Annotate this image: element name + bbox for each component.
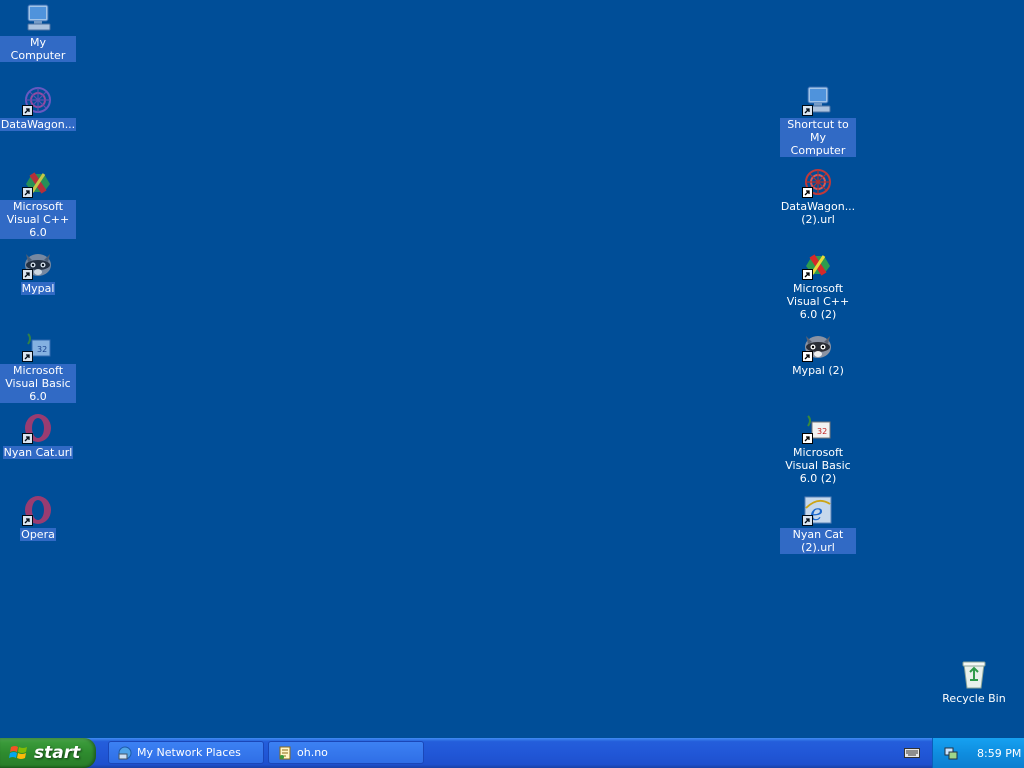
desktop-icon-datawagon[interactable]: DataWagon... <box>0 84 77 131</box>
desktop-icon-mypal[interactable]: Mypal <box>0 248 76 295</box>
shortcut-arrow-icon <box>22 269 33 280</box>
desktop-icon-visual-cpp[interactable]: Microsoft Visual C++ 6.0 <box>0 166 76 239</box>
desktop-icon-label: Nyan Cat.url <box>2 446 74 459</box>
windows-flag-icon <box>9 746 27 759</box>
desktop-icon-visual-basic-2[interactable]: 32 Microsoft Visual Basic 6.0 (2) <box>780 412 856 485</box>
desktop-icon-label: Mypal (2) <box>792 364 844 377</box>
desktop-icon-nyan-cat[interactable]: Nyan Cat.url <box>0 412 76 459</box>
shortcut-arrow-icon <box>802 269 813 280</box>
desktop-icon-label: Microsoft Visual Basic 6.0 <box>0 364 76 403</box>
desktop-icon-visual-cpp-2[interactable]: Microsoft Visual C++ 6.0 (2) <box>780 248 856 321</box>
shortcut-arrow-icon <box>802 433 813 444</box>
shortcut-arrow-icon <box>22 515 33 526</box>
opera-icon <box>22 494 54 526</box>
datawagon-icon <box>22 84 54 116</box>
desktop-icon-my-computer[interactable]: My Computer <box>0 2 76 62</box>
datawagon-icon <box>802 166 834 198</box>
svg-text:32: 32 <box>817 427 827 436</box>
desktop-icon-mypal-2[interactable]: Mypal (2) <box>780 330 856 377</box>
shortcut-arrow-icon <box>22 105 33 116</box>
desktop-icon-label: Recycle Bin <box>942 692 1006 705</box>
shortcut-arrow-icon <box>802 187 813 198</box>
desktop-icon-label: Opera <box>20 528 56 541</box>
desktop-icon-visual-basic[interactable]: 32 Microsoft Visual Basic 6.0 <box>0 330 76 403</box>
shortcut-arrow-icon <box>802 515 813 526</box>
desktop-icon-datawagon-2[interactable]: DataWagon... (2).url <box>780 166 856 226</box>
computer-icon <box>802 84 834 116</box>
desktop-icon-label: Nyan Cat (2).url <box>780 528 856 554</box>
shortcut-arrow-icon <box>22 433 33 444</box>
system-tray: 8:59 PM <box>932 738 1024 768</box>
computer-icon <box>22 2 54 34</box>
visual-basic-icon: 32 <box>22 330 54 362</box>
taskbar: start My Network Places oh.no 8:59 PM <box>0 738 1024 768</box>
start-button[interactable]: start <box>0 738 96 768</box>
visual-basic-icon: 32 <box>802 412 834 444</box>
desktop-icon-opera[interactable]: Opera <box>0 494 76 541</box>
desktop-icon-label: Mypal <box>20 282 56 295</box>
desktop-icon-recycle-bin[interactable]: Recycle Bin <box>936 658 1012 705</box>
desktop-icon-label: Microsoft Visual Basic 6.0 (2) <box>785 446 851 485</box>
desktop: My Computer DataWagon... Microsoft Visua… <box>0 0 1024 738</box>
clock[interactable]: 8:59 PM <box>977 747 1021 760</box>
shortcut-arrow-icon <box>22 187 33 198</box>
task-button-label: My Network Places <box>137 746 241 759</box>
desktop-icon-label: Shortcut to My Computer <box>780 118 856 157</box>
shortcut-arrow-icon <box>22 351 33 362</box>
task-button-oh-no[interactable]: oh.no <box>268 741 424 764</box>
desktop-icon-shortcut-my-computer[interactable]: Shortcut to My Computer <box>780 84 856 157</box>
visual-cpp-icon <box>802 248 834 280</box>
start-label: start <box>34 743 81 763</box>
shortcut-arrow-icon <box>802 351 813 362</box>
keyboard-icon[interactable] <box>904 747 920 759</box>
visual-cpp-icon <box>22 166 54 198</box>
mypal-raccoon-icon <box>802 330 834 362</box>
network-places-icon <box>118 746 132 759</box>
internet-explorer-icon: e <box>802 494 834 526</box>
desktop-icon-label: Microsoft Visual C++ 6.0 <box>0 200 76 239</box>
opera-icon <box>22 412 54 444</box>
desktop-icon-label: DataWagon... <box>0 118 77 131</box>
script-icon <box>279 746 291 759</box>
task-button-label: oh.no <box>297 746 328 759</box>
desktop-icon-label: My Computer <box>0 36 76 62</box>
svg-text:32: 32 <box>37 345 47 354</box>
mypal-raccoon-icon <box>22 248 54 280</box>
recycle-bin-icon <box>958 658 990 690</box>
desktop-icon-label: Microsoft Visual C++ 6.0 (2) <box>786 282 850 321</box>
desktop-icon-label: DataWagon... (2).url <box>780 200 856 226</box>
shortcut-arrow-icon <box>802 105 813 116</box>
desktop-icon-nyan-cat-2[interactable]: e Nyan Cat (2).url <box>780 494 856 554</box>
task-button-my-network-places[interactable]: My Network Places <box>108 741 264 764</box>
network-tray-icon[interactable] <box>943 745 959 761</box>
